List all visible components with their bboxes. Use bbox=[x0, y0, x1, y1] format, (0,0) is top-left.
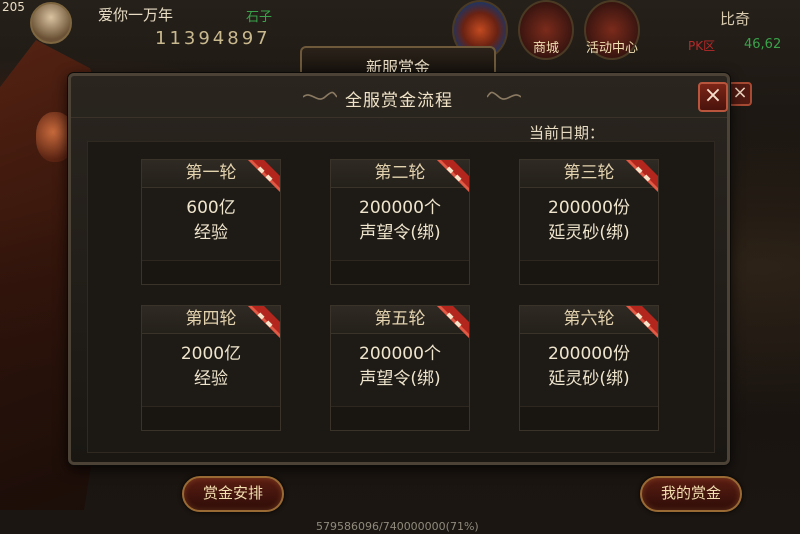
status-ribbon-icon bbox=[626, 160, 658, 192]
background-window-close-button[interactable]: × bbox=[728, 82, 752, 106]
shop-icon[interactable]: 商城 bbox=[518, 0, 574, 60]
dialog-title-bar: 全服赏金流程 bbox=[71, 76, 727, 118]
guild-name: 石子 bbox=[246, 10, 273, 25]
bounty-process-dialog: 全服赏金流程 × 当前日期： 第一轮 600亿 经验 第二轮 200000个 声… bbox=[68, 73, 730, 465]
player-avatar[interactable] bbox=[30, 2, 72, 44]
round-card-footer bbox=[142, 260, 280, 284]
title-ornament-right-icon bbox=[487, 91, 521, 100]
round-card-footer bbox=[142, 406, 280, 430]
dialog-title: 全服赏金流程 bbox=[345, 91, 453, 111]
status-ribbon-icon bbox=[437, 306, 469, 338]
status-ribbon-icon bbox=[248, 160, 280, 192]
round-card-1: 第一轮 600亿 经验 bbox=[141, 159, 281, 285]
round-card-footer bbox=[331, 406, 469, 430]
reward-item: 延灵砂(绑) bbox=[548, 369, 630, 389]
reward-item: 延灵砂(绑) bbox=[548, 223, 630, 243]
round-card-4: 第四轮 2000亿 经验 bbox=[141, 305, 281, 431]
background-window-tab: 新服赏金 bbox=[300, 46, 496, 77]
map-name: 比奇 bbox=[720, 10, 751, 28]
activity-center-icon[interactable]: 活动中心 bbox=[584, 0, 640, 60]
status-ribbon-icon bbox=[248, 306, 280, 338]
title-ornament-left-icon bbox=[303, 91, 337, 100]
experience-bar-text: 579586096/740000000(71%) bbox=[316, 520, 479, 533]
dialog-close-button[interactable]: × bbox=[698, 82, 728, 112]
reward-item: 声望令(绑) bbox=[359, 223, 441, 243]
status-ribbon-icon bbox=[437, 160, 469, 192]
map-coordinates: 46,62 bbox=[744, 37, 782, 52]
round-card-6: 第六轮 200000份 延灵砂(绑) bbox=[519, 305, 659, 431]
round-card-footer bbox=[520, 406, 658, 430]
round-card-footer bbox=[520, 260, 658, 284]
reward-item: 经验 bbox=[194, 223, 228, 243]
reward-item: 经验 bbox=[194, 369, 228, 389]
reward-item: 声望令(绑) bbox=[359, 369, 441, 389]
rounds-panel: 第一轮 600亿 经验 第二轮 200000个 声望令(绑) 第三轮 20000… bbox=[87, 141, 715, 453]
activity-center-label: 活动中心 bbox=[586, 41, 639, 56]
my-bounty-button[interactable]: 我的赏金 bbox=[640, 476, 742, 512]
bounty-schedule-button[interactable]: 赏金安排 bbox=[182, 476, 284, 512]
status-ribbon-icon bbox=[626, 306, 658, 338]
round-card-2: 第二轮 200000个 声望令(绑) bbox=[330, 159, 470, 285]
round-card-3: 第三轮 200000份 延灵砂(绑) bbox=[519, 159, 659, 285]
combat-power: 11394897 bbox=[155, 28, 271, 49]
pk-zone-label: PK区 bbox=[688, 39, 716, 53]
player-level: 205 bbox=[2, 0, 25, 14]
current-date-label: 当前日期： bbox=[529, 124, 605, 142]
round-card-footer bbox=[331, 260, 469, 284]
player-name: 爱你一万年 bbox=[98, 6, 174, 24]
shop-label: 商城 bbox=[532, 41, 559, 56]
round-card-5: 第五轮 200000个 声望令(绑) bbox=[330, 305, 470, 431]
